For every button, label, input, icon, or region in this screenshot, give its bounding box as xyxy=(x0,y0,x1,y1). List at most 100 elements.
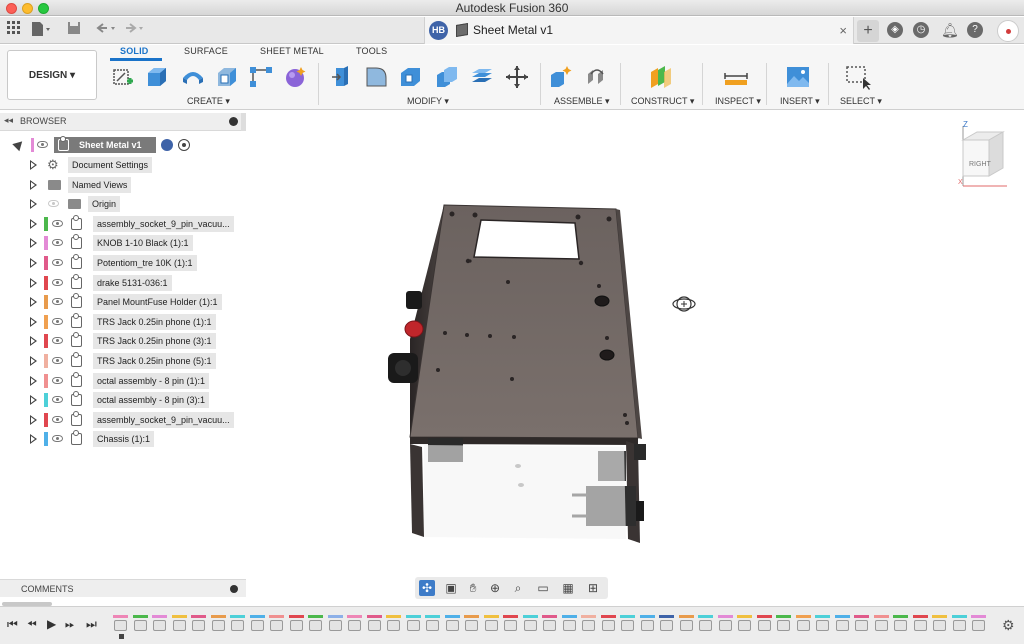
tab-tools[interactable]: TOOLS xyxy=(356,46,387,56)
timeline-feature[interactable] xyxy=(522,615,538,631)
timeline-feature[interactable] xyxy=(776,615,791,631)
timeline-feature[interactable] xyxy=(210,615,226,631)
window-maximize-button[interactable] xyxy=(38,3,49,14)
select-menu[interactable]: SELECT ▾ xyxy=(840,96,882,107)
joint-icon[interactable] xyxy=(584,64,610,90)
browser-item[interactable]: Named Views xyxy=(0,177,246,193)
timeline-feature[interactable] xyxy=(503,615,518,631)
visibility-eye-icon[interactable] xyxy=(52,298,63,305)
browser-item[interactable]: TRS Jack 0.25in phone (3):1 xyxy=(0,332,246,349)
expand-arrow-icon[interactable] xyxy=(30,376,37,386)
tab-sheet-metal[interactable]: SHEET METAL xyxy=(260,46,324,56)
document-tab[interactable]: HB Sheet Metal v1 × xyxy=(424,17,854,44)
timeline-feature[interactable] xyxy=(425,615,440,631)
timeline-feature[interactable] xyxy=(152,615,167,631)
pan-hand-icon[interactable]: ✋︎ xyxy=(465,580,481,596)
expand-arrow-icon[interactable] xyxy=(30,219,37,229)
new-tab-button[interactable]: + xyxy=(857,20,879,42)
file-menu-icon[interactable] xyxy=(30,21,52,39)
visibility-eye-icon[interactable] xyxy=(52,396,63,403)
notifications-bell-icon[interactable]: 🔔︎ xyxy=(941,22,959,38)
expand-arrow-icon[interactable] xyxy=(30,238,37,248)
job-status-icon[interactable]: ◷ xyxy=(913,22,929,38)
timeline-feature[interactable] xyxy=(717,615,733,631)
chassis-model[interactable] xyxy=(246,111,1024,603)
insert-menu[interactable]: INSERT ▾ xyxy=(780,96,820,107)
go-to-end-icon[interactable]: ⏭︎ xyxy=(86,617,97,632)
timeline-track[interactable] xyxy=(113,612,993,639)
timeline-feature[interactable] xyxy=(834,615,850,631)
timeline-feature[interactable] xyxy=(483,615,499,631)
visibility-eye-icon[interactable] xyxy=(52,377,63,384)
timeline-feature[interactable] xyxy=(288,615,304,631)
add-comment-icon[interactable] xyxy=(230,585,238,593)
comments-bar[interactable]: COMMENTS xyxy=(0,579,246,597)
undo-icon[interactable] xyxy=(94,21,116,39)
timeline-feature[interactable] xyxy=(873,615,889,631)
extrude-icon[interactable] xyxy=(144,64,170,90)
combine-icon[interactable] xyxy=(434,64,460,90)
timeline-feature[interactable] xyxy=(932,615,947,631)
timeline-feature[interactable] xyxy=(171,615,187,631)
workspace-switcher[interactable]: DESIGN ▾ xyxy=(7,50,97,100)
create-sketch-icon[interactable] xyxy=(110,64,136,90)
timeline-feature[interactable] xyxy=(600,615,616,631)
visibility-eye-icon[interactable] xyxy=(52,239,63,246)
browser-item[interactable]: TRS Jack 0.25in phone (5):1 xyxy=(0,352,246,369)
browser-item[interactable]: drake 5131-036:1 xyxy=(0,274,246,291)
timeline-feature[interactable] xyxy=(405,615,421,631)
timeline-feature[interactable] xyxy=(269,615,284,631)
root-label-box[interactable]: Sheet Metal v1 xyxy=(54,136,156,153)
insert-image-icon[interactable] xyxy=(785,64,811,90)
close-tab-icon[interactable]: × xyxy=(839,23,847,38)
timeline-feature[interactable] xyxy=(639,615,655,631)
move-copy-icon[interactable] xyxy=(504,64,530,90)
redo-icon[interactable] xyxy=(124,21,146,39)
view-cube[interactable]: RIGHT Z X xyxy=(955,118,1015,188)
expand-arrow-icon[interactable] xyxy=(30,278,37,288)
timeline-feature[interactable] xyxy=(698,615,713,631)
timeline-feature[interactable] xyxy=(308,615,323,631)
viewports-icon[interactable]: ⊞ xyxy=(585,580,601,596)
window-close-button[interactable] xyxy=(6,3,17,14)
visibility-eye-icon[interactable] xyxy=(52,318,63,325)
timeline-feature[interactable] xyxy=(386,615,401,631)
step-back-icon[interactable]: ⏪︎ xyxy=(27,617,37,632)
timeline-feature[interactable] xyxy=(581,615,596,631)
modify-menu[interactable]: MODIFY ▾ xyxy=(407,96,449,107)
inspect-menu[interactable]: INSPECT ▾ xyxy=(715,96,761,107)
3d-viewport[interactable] xyxy=(246,111,1024,603)
timeline-feature[interactable] xyxy=(347,615,362,631)
timeline-feature[interactable] xyxy=(951,615,967,631)
tab-surface[interactable]: SURFACE xyxy=(184,46,228,56)
press-pull-icon[interactable] xyxy=(330,64,356,90)
timeline-feature[interactable] xyxy=(542,615,557,631)
timeline-marker[interactable] xyxy=(119,634,124,639)
expand-arrow-icon[interactable] xyxy=(30,415,37,425)
window-select-icon[interactable] xyxy=(845,64,871,90)
timeline-feature[interactable] xyxy=(561,615,577,631)
browser-item[interactable]: octal assembly - 8 pin (1):1 xyxy=(0,372,246,389)
timeline-feature[interactable] xyxy=(678,615,694,631)
visibility-eye-icon[interactable] xyxy=(52,279,63,286)
activate-radio[interactable] xyxy=(178,139,190,151)
timeline-feature[interactable] xyxy=(113,615,128,631)
browser-item[interactable]: octal assembly - 8 pin (3):1 xyxy=(0,391,246,408)
shell-icon[interactable] xyxy=(214,64,240,90)
visibility-eye-icon[interactable] xyxy=(52,220,63,227)
visibility-eye-icon[interactable] xyxy=(48,200,59,207)
browser-item[interactable]: TRS Jack 0.25in phone (1):1 xyxy=(0,313,246,330)
expand-down-icon[interactable] xyxy=(12,137,26,152)
timeline-feature[interactable] xyxy=(230,615,245,631)
collapse-panel-icon[interactable]: ◂◂ xyxy=(4,115,13,126)
timeline-feature[interactable] xyxy=(620,615,635,631)
timeline-settings-gear-icon[interactable]: ⚙ xyxy=(1002,617,1015,634)
grid-settings-icon[interactable]: ▦ xyxy=(560,580,576,596)
visibility-eye-icon[interactable] xyxy=(37,141,48,148)
browser-item[interactable]: ⚙ Document Settings xyxy=(0,157,246,173)
visibility-eye-icon[interactable] xyxy=(52,357,63,364)
expand-arrow-icon[interactable] xyxy=(30,336,37,346)
timeline-feature[interactable] xyxy=(971,615,986,631)
measure-icon[interactable] xyxy=(723,64,749,90)
apps-grid-icon[interactable] xyxy=(6,21,22,39)
